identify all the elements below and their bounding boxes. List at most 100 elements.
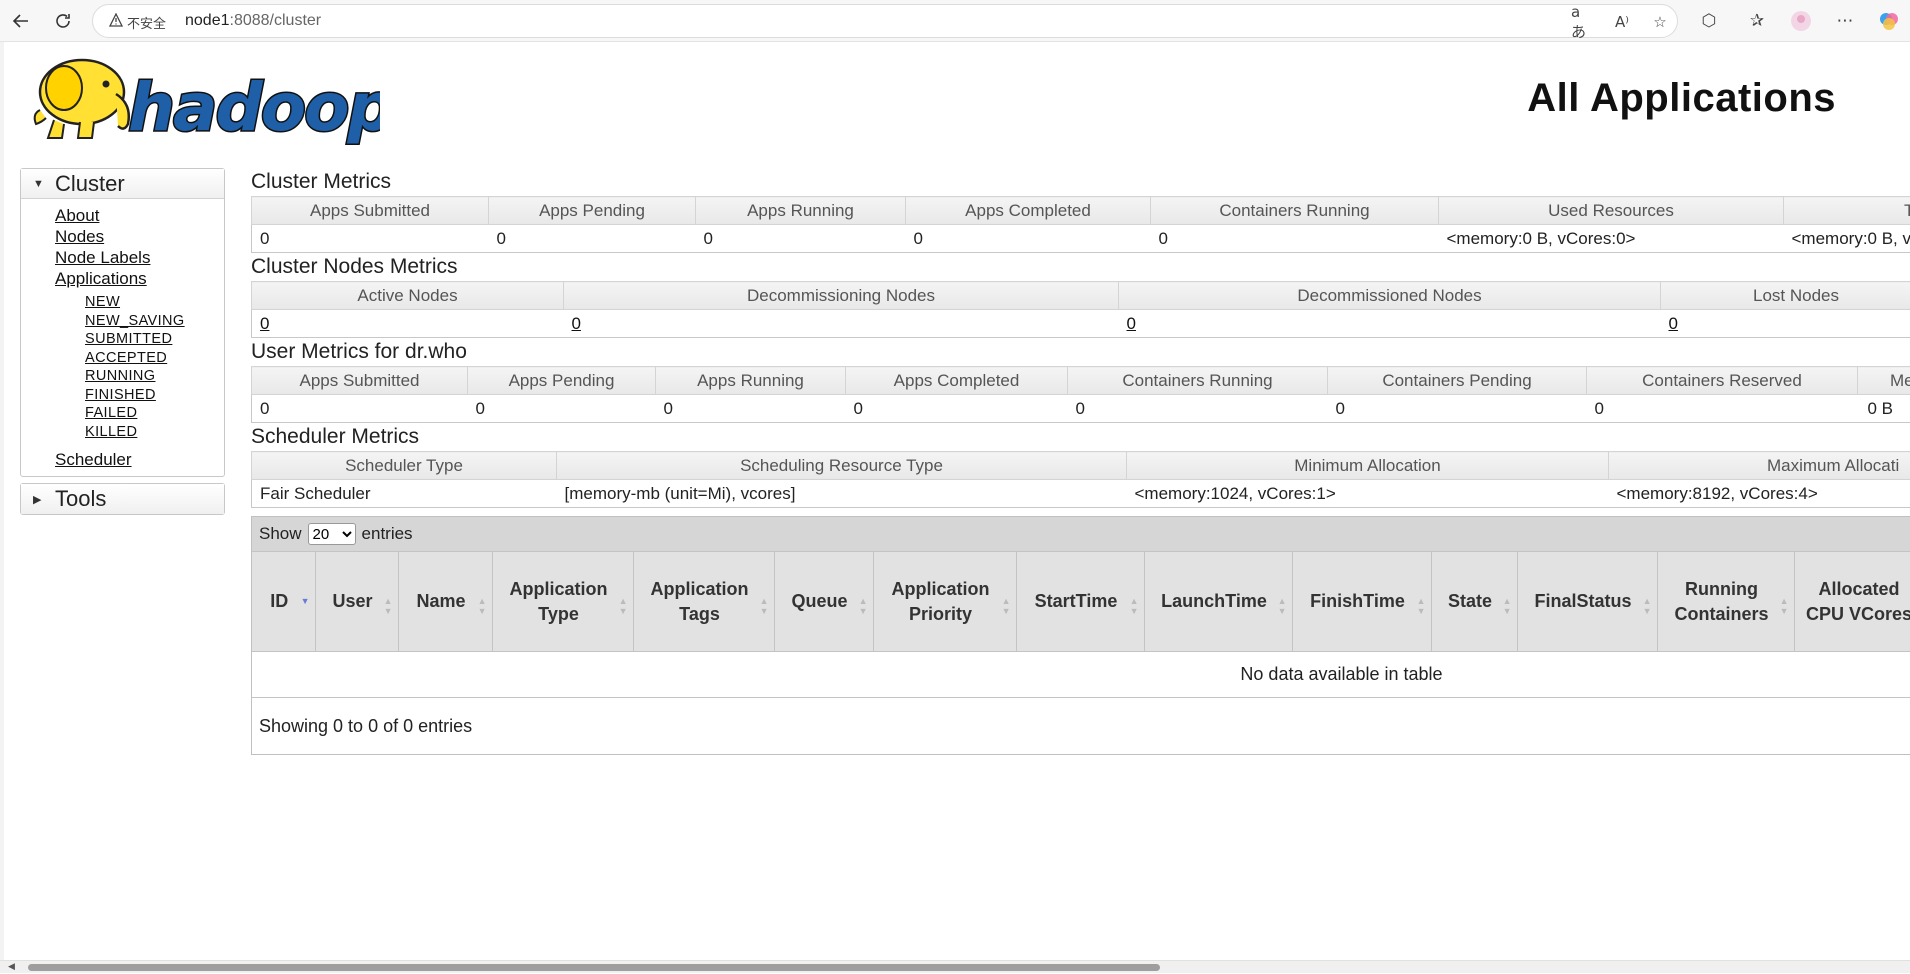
nav-link-node-labels[interactable]: Node Labels [55,248,150,267]
metric-value: Fair Scheduler [252,480,557,508]
nav-link-nodes[interactable]: Nodes [55,227,104,246]
metric-value: 0 [1068,395,1328,423]
nav-link-about[interactable]: About [55,206,99,225]
nav-link-state-killed[interactable]: KILLED [85,424,137,440]
scheduler-metrics-table: Scheduler Type Scheduling Resource Type … [251,451,1910,508]
security-badge[interactable]: 不安全 [103,11,172,33]
cluster-metrics-title: Cluster Metrics [251,168,1910,196]
column-header-queue[interactable]: Queue▲▼ [774,552,873,652]
profile-icon[interactable] [1788,8,1814,34]
header-label: FinalStatus [1534,591,1631,611]
url-path: :8088/cluster [230,12,322,29]
column-header-final-status[interactable]: FinalStatus▲▼ [1517,552,1657,652]
nav-link-scheduler[interactable]: Scheduler [55,450,132,469]
logo-wordmark: hadoop [128,69,380,145]
column-header-application-type[interactable]: Application Type ▲▼ [492,552,633,652]
header-label: Application Type [510,579,608,624]
column-header-application-priority[interactable]: Application Priority▲▼ [873,552,1016,652]
sort-icon: ▲▼ [1278,596,1287,616]
copilot-icon[interactable] [1876,8,1902,34]
sort-icon: ▲▼ [760,596,769,616]
column-header: Apps Pending [489,197,696,225]
address-bar[interactable]: 不安全 node1:8088/cluster aあ A⁾ ☆ [92,4,1678,38]
entries-label: entries [362,524,413,544]
sort-icon: ▲▼ [1417,596,1426,616]
column-header-running-containers[interactable]: Running Containers▲▼ [1657,552,1794,652]
sort-icon: ▲▼ [478,596,487,616]
url-host: node1 [185,12,230,29]
url-text[interactable]: node1:8088/cluster [185,12,321,30]
extensions-icon[interactable]: ⬡ [1696,8,1722,34]
column-header: Apps Pending [468,367,656,395]
cluster-nav-list: About Nodes Node Labels Applications NEW… [21,199,224,476]
metric-value: <memory:0 B, vCores:0> [1439,225,1784,253]
nav-link-state-finished[interactable]: FINISHED [85,387,156,403]
metric-value: 0 [846,395,1068,423]
decommissioned-nodes-link[interactable]: 0 [1127,314,1136,333]
column-header-start-time[interactable]: StartTime▲▼ [1016,552,1144,652]
metric-value: 0 [468,395,656,423]
column-header-launch-time[interactable]: LaunchTime ▲▼ [1144,552,1292,652]
user-metrics-table: Apps Submitted Apps Pending Apps Running… [251,366,1910,423]
active-nodes-link[interactable]: 0 [260,314,269,333]
main-content: Cluster Metrics Apps Submitted Apps Pend… [251,168,1910,755]
nav-link-state-new[interactable]: NEW [85,294,120,310]
nav-link-state-submitted[interactable]: SUBMITTED [85,331,172,347]
cluster-nav-header[interactable]: ▼ Cluster [21,169,224,199]
scheduler-metrics-title: Scheduler Metrics [251,423,1910,451]
warning-icon [109,13,123,31]
column-header: Me [1858,367,1910,395]
header-label: State [1448,591,1492,611]
more-icon[interactable]: ⋯ [1832,8,1858,34]
favorite-star-icon[interactable]: ☆ [1649,11,1671,33]
metric-value: 0 [1328,395,1587,423]
translate-icon[interactable]: aあ [1571,11,1593,33]
column-header-name[interactable]: Name ▲▼ [398,552,492,652]
scroll-left-icon[interactable]: ◀ [8,961,15,974]
header-label: Running Containers [1674,579,1768,624]
sort-icon: ▲▼ [384,596,393,616]
sort-icon: ▲▼ [1503,596,1512,616]
column-header: Apps Submitted [252,367,468,395]
favorites-icon[interactable]: ✰ [1744,8,1770,34]
hadoop-logo[interactable]: hadoop [20,50,380,145]
nav-link-state-accepted[interactable]: ACCEPTED [85,350,167,366]
lost-nodes-link[interactable]: 0 [1669,314,1678,333]
header-label: Application Priority [892,579,990,624]
nav-link-state-new-saving[interactable]: NEW_SAVING [85,313,185,329]
tools-nav-header[interactable]: ▶ Tools [21,484,224,514]
column-header-state[interactable]: State ▲▼ [1431,552,1517,652]
header-label: FinishTime [1310,591,1405,611]
header-label: User [332,591,372,611]
nav-link-applications[interactable]: Applications [55,269,147,288]
applications-table: ID▼ User ▲▼ Name ▲▼ Application Type ▲▼ App… [252,551,1910,698]
nav-link-state-running[interactable]: RUNNING [85,368,155,384]
header-label: Application Tags [651,579,749,624]
decommissioning-nodes-link[interactable]: 0 [572,314,581,333]
sidebar: ▼ Cluster About Nodes Node Labels Applic… [20,168,225,521]
read-aloud-icon[interactable]: A⁾ [1611,11,1633,33]
column-header: Scheduler Type [252,452,557,480]
column-header-user[interactable]: User ▲▼ [315,552,398,652]
expanded-triangle-icon: ▼ [33,178,55,190]
back-icon[interactable] [6,6,36,36]
column-header: Containers Reserved [1587,367,1858,395]
refresh-icon[interactable] [48,6,78,36]
horizontal-scrollbar[interactable]: ◀ [0,960,1910,973]
column-header-application-tags[interactable]: Application Tags ▲▼ [633,552,774,652]
show-label: Show [259,524,302,544]
column-header-finish-time[interactable]: FinishTime ▲▼ [1292,552,1431,652]
nav-link-state-failed[interactable]: FAILED [85,405,137,421]
scrollbar-thumb[interactable] [28,964,1160,971]
column-header-allocated-cpu-vcores[interactable]: Allocated CPU VCores▲▼ [1794,552,1910,652]
page-size-select[interactable]: 10 20 50 100 [308,523,356,545]
cluster-nodes-metrics-table: Active Nodes Decommissioning Nodes Decom… [251,281,1910,338]
column-header: Decommissioned Nodes [1119,282,1661,310]
column-header: Scheduling Resource Type [557,452,1127,480]
header-label: Allocated CPU VCores [1806,579,1910,624]
metric-value: 0 [1151,225,1439,253]
column-header-id[interactable]: ID▼ [252,552,315,652]
sort-icon: ▲▼ [619,596,628,616]
header-label: LaunchTime [1161,591,1267,611]
header-label: Name [416,591,465,611]
